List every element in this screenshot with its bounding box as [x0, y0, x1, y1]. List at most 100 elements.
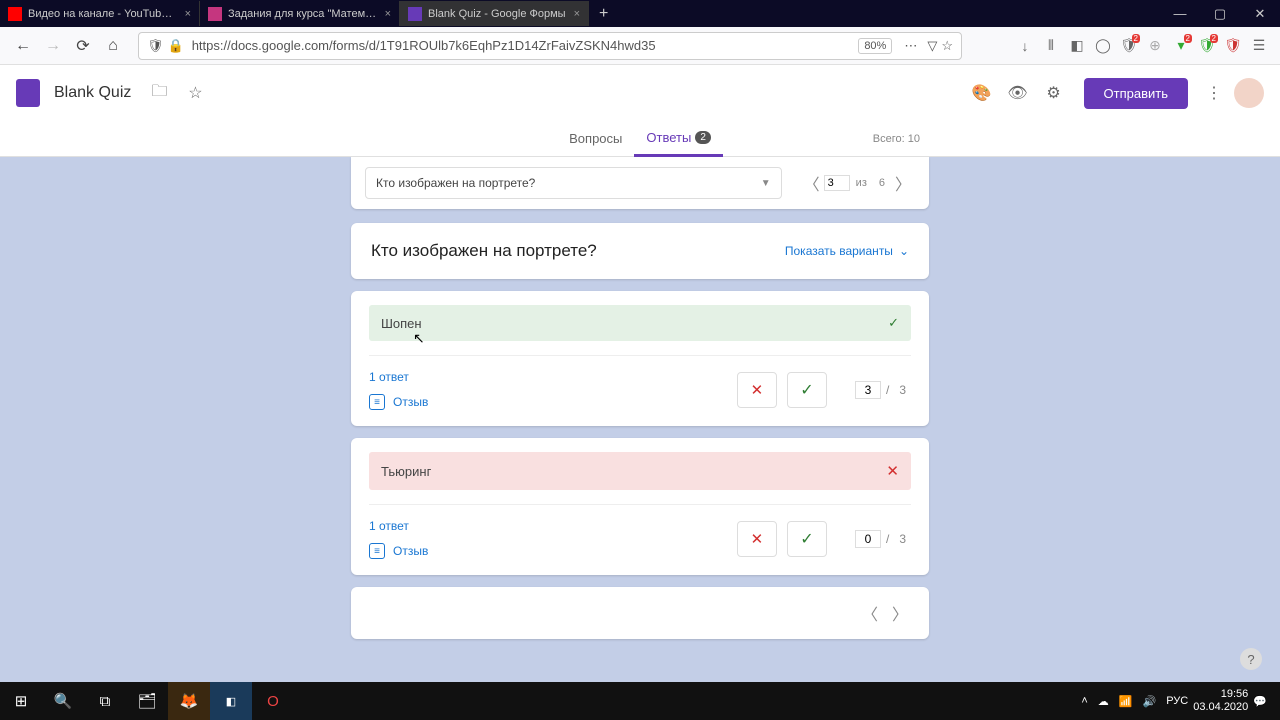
- start-button[interactable]: ⊞: [0, 682, 42, 720]
- notifications-icon[interactable]: 💬: [1253, 695, 1267, 708]
- tab-title: Задания для курса "Математи: [228, 8, 377, 20]
- tab-title: Blank Quiz - Google Формы: [428, 8, 566, 20]
- zoom-level[interactable]: 80%: [858, 38, 892, 54]
- address-bar: ← → ⟳ ⌂ 🛡 🔒 https://docs.google.com/form…: [0, 27, 1280, 65]
- nav-card: 〈 〉: [351, 587, 929, 639]
- form-title[interactable]: Blank Quiz: [54, 84, 131, 102]
- ext3-icon[interactable]: ▾2: [1168, 37, 1194, 54]
- clock[interactable]: 19:56 03.04.2020: [1193, 688, 1248, 714]
- check-icon: ✓: [888, 315, 899, 331]
- points-separator: /: [886, 532, 889, 546]
- more-icon[interactable]: ⋯: [904, 38, 917, 54]
- answer-option: Тьюринг ✕: [369, 452, 911, 490]
- close-icon[interactable]: ×: [385, 8, 391, 20]
- feedback-button[interactable]: ≡ Отзыв: [369, 543, 428, 559]
- task-view-button[interactable]: ⧉: [84, 682, 126, 720]
- pocket-icon[interactable]: ▽: [927, 38, 937, 54]
- volume-icon[interactable]: 🔊: [1143, 695, 1157, 708]
- network-icon[interactable]: 📶: [1119, 695, 1133, 708]
- taskbar: ⊞ 🔍 ⧉ 🗂 🦊 ◧ O ˄ ☁ 📶 🔊 РУС 19:56 03.04.20…: [0, 682, 1280, 720]
- mark-wrong-button[interactable]: ✕: [737, 372, 777, 408]
- maximize-button[interactable]: ▢: [1200, 6, 1240, 22]
- mark-correct-button[interactable]: ✓: [787, 521, 827, 557]
- forms-tabs: Вопросы Ответы 2 Всего: 10: [0, 121, 1280, 157]
- forms-logo-icon[interactable]: [16, 79, 40, 107]
- question-text: Кто изображен на портрете?: [371, 241, 597, 261]
- points-input[interactable]: [855, 381, 881, 399]
- bookmark-icon[interactable]: ☆: [941, 38, 953, 54]
- star-icon[interactable]: ☆: [179, 77, 211, 109]
- chevron-down-icon: ⌄: [899, 244, 909, 258]
- ext4-icon[interactable]: 🛡2: [1194, 37, 1220, 54]
- more-options-icon[interactable]: ⋮: [1198, 77, 1230, 109]
- next-page-icon[interactable]: 〉: [891, 171, 915, 195]
- explorer-button[interactable]: 🗂: [126, 682, 168, 720]
- close-icon[interactable]: ×: [185, 8, 191, 20]
- feedback-icon: ≡: [369, 543, 385, 559]
- shield-icon: 🛡: [147, 38, 164, 54]
- mark-correct-button[interactable]: ✓: [787, 372, 827, 408]
- library-icon[interactable]: ⫴: [1038, 37, 1064, 54]
- close-window-button[interactable]: ✕: [1240, 6, 1280, 22]
- tray-up-icon[interactable]: ˄: [1081, 695, 1087, 707]
- divider: [369, 504, 911, 505]
- opera-button[interactable]: O: [252, 682, 294, 720]
- help-button[interactable]: ?: [1240, 648, 1262, 670]
- back-button[interactable]: ←: [8, 31, 38, 61]
- preview-icon[interactable]: 👁: [1002, 77, 1034, 109]
- response-count[interactable]: 1 ответ: [369, 519, 428, 533]
- menu-icon[interactable]: ☰: [1246, 37, 1272, 54]
- tab-answers[interactable]: Ответы 2: [634, 121, 723, 157]
- feedback-button[interactable]: ≡ Отзыв: [369, 394, 428, 410]
- points-input[interactable]: [855, 530, 881, 548]
- reload-button[interactable]: ⟳: [68, 31, 98, 61]
- account-icon[interactable]: ◯: [1090, 37, 1116, 54]
- browser-tab-forms[interactable]: Blank Quiz - Google Формы ×: [400, 1, 589, 26]
- lang-indicator[interactable]: РУС: [1166, 695, 1188, 707]
- forms-header: Blank Quiz 🗀 ☆ 🎨 👁 ⚙ Отправить ⋮: [0, 65, 1280, 121]
- app1-button[interactable]: ◧: [210, 682, 252, 720]
- of-label: из: [856, 177, 867, 189]
- ext5-icon[interactable]: 🛡: [1220, 37, 1246, 54]
- points-max: 3: [899, 532, 906, 546]
- response-count[interactable]: 1 ответ: [369, 370, 428, 384]
- points-separator: /: [886, 383, 889, 397]
- next-icon[interactable]: 〉: [885, 601, 915, 625]
- ext1-icon[interactable]: 🛡2: [1116, 37, 1142, 54]
- tab-title: Видео на канале - YouTube St: [28, 8, 177, 20]
- send-button[interactable]: Отправить: [1084, 78, 1188, 109]
- search-button[interactable]: 🔍: [42, 682, 84, 720]
- forward-button[interactable]: →: [38, 31, 68, 61]
- sidebar-icon[interactable]: ◧: [1064, 37, 1090, 54]
- answers-count-badge: 2: [695, 131, 711, 144]
- firefox-button[interactable]: 🦊: [168, 682, 210, 720]
- ext2-icon[interactable]: ⊕: [1142, 37, 1168, 54]
- home-button[interactable]: ⌂: [98, 31, 128, 61]
- feedback-icon: ≡: [369, 394, 385, 410]
- onedrive-icon[interactable]: ☁: [1098, 695, 1109, 708]
- browser-tab-course[interactable]: Задания для курса "Математи ×: [200, 1, 400, 26]
- settings-icon[interactable]: ⚙: [1038, 77, 1070, 109]
- answer-text: Тьюринг: [381, 464, 431, 479]
- mark-wrong-button[interactable]: ✕: [737, 521, 777, 557]
- new-tab-button[interactable]: +: [589, 5, 618, 23]
- answer-text: Шопен: [381, 316, 422, 331]
- prev-icon[interactable]: 〈: [855, 601, 885, 625]
- course-icon: [208, 7, 222, 21]
- download-icon[interactable]: ↓: [1012, 38, 1038, 54]
- close-icon[interactable]: ×: [574, 8, 580, 20]
- chevron-down-icon: ▼: [761, 178, 771, 189]
- page-input[interactable]: [824, 175, 850, 191]
- url-input[interactable]: 🛡 🔒 https://docs.google.com/forms/d/1T91…: [138, 32, 962, 60]
- points-max: 3: [899, 383, 906, 397]
- theme-icon[interactable]: 🎨: [966, 77, 998, 109]
- selected-question: Кто изображен на портрете?: [376, 176, 535, 190]
- tab-questions[interactable]: Вопросы: [557, 121, 634, 157]
- question-dropdown[interactable]: Кто изображен на портрете? ▼: [365, 167, 782, 199]
- prev-page-icon[interactable]: 〈: [800, 171, 824, 195]
- minimize-button[interactable]: —: [1160, 6, 1200, 22]
- avatar[interactable]: [1234, 78, 1264, 108]
- show-options-toggle[interactable]: Показать варианты ⌄: [785, 244, 909, 258]
- browser-tab-youtube[interactable]: Видео на канале - YouTube St ×: [0, 1, 200, 26]
- folder-icon[interactable]: 🗀: [143, 77, 175, 109]
